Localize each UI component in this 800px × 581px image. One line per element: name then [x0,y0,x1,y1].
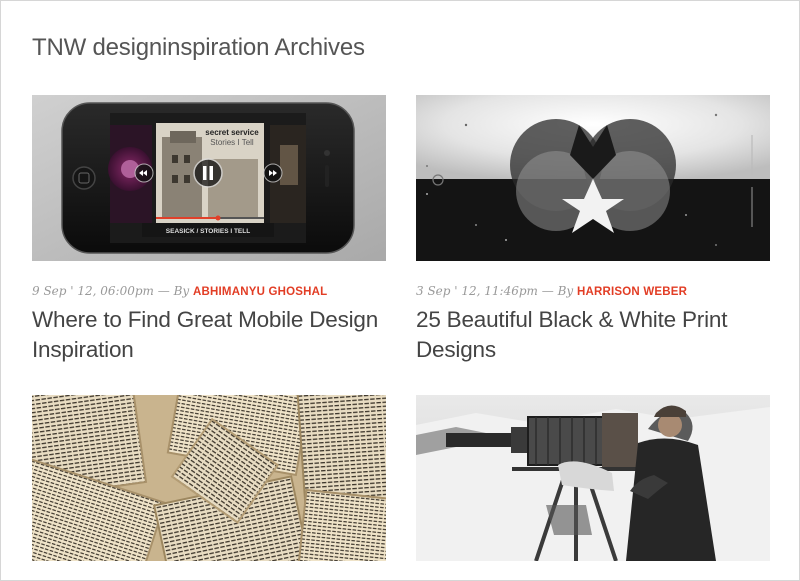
post-date: 3 Sep ' 12, 11:46pm [416,284,538,298]
post-card: secret service Stories I Tell SEASICK / … [32,95,386,365]
page-frame: TNW designinspiration Archives secret se… [0,0,800,581]
post-author-link[interactable]: HARRISON WEBER [577,286,687,298]
post-title: Where to Find Great Mobile Design Inspir… [32,305,386,365]
post-thumbnail-link[interactable]: secret service Stories I Tell SEASICK / … [32,95,386,261]
post-thumbnail-link[interactable] [32,395,386,561]
post-meta: 9 Sep ' 12, 06:00pm — By ABHIMANYU GHOSH… [32,284,386,299]
post-date: 9 Sep ' 12, 06:00pm [32,284,154,298]
post-card [32,395,386,561]
track-name-text: SEASICK / STORIES I TELL [166,228,250,235]
vintage-camera-photographer-image [416,395,770,561]
album-title-text: secret service [205,128,259,137]
post-thumbnail-link[interactable] [416,395,770,561]
post-title: 25 Beautiful Black & White Print Designs [416,305,770,365]
post-by-label: — By [157,284,190,298]
post-thumbnail-link[interactable] [416,95,770,261]
post-card: 3 Sep ' 12, 11:46pm — By HARRISON WEBER … [416,95,770,365]
post-meta: 3 Sep ' 12, 11:46pm — By HARRISON WEBER [416,284,770,299]
post-title-link[interactable]: 25 Beautiful Black & White Print Designs [416,307,727,362]
post-title-link[interactable]: Where to Find Great Mobile Design Inspir… [32,307,378,362]
iphone-music-app-image: secret service Stories I Tell SEASICK / … [32,95,386,261]
album-subtitle-text: Stories I Tell [210,138,254,147]
post-card [416,395,770,561]
black-white-print-image [416,95,770,261]
page-title: TNW designinspiration Archives [32,34,365,61]
post-by-label: — By [541,284,574,298]
post-author-link[interactable]: ABHIMANYU GHOSHAL [193,286,327,298]
old-book-pages-image [32,395,386,561]
